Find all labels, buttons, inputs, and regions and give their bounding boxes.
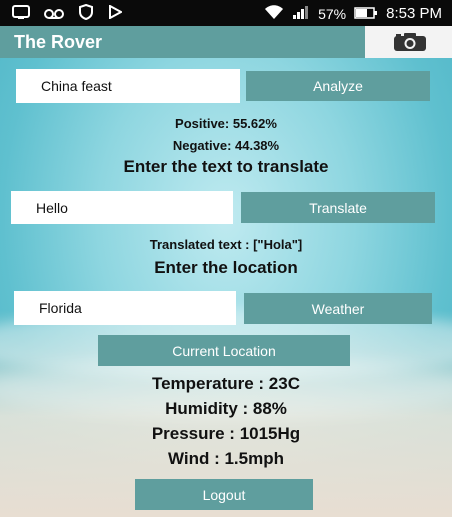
camera-icon (393, 32, 427, 52)
shield-icon (78, 3, 94, 25)
battery-icon (354, 6, 378, 22)
battery-percent: 57% (318, 5, 347, 22)
negative-score: Negative: 44.38% (172, 138, 280, 153)
tv-icon (12, 5, 30, 24)
voicemail-icon (44, 6, 64, 24)
status-time: 8:53 PM (386, 5, 442, 22)
wifi-icon (264, 4, 284, 23)
play-icon (108, 4, 124, 24)
logout-button[interactable]: Logout (135, 479, 313, 510)
app-title: The Rover (0, 26, 365, 58)
translated-text: Translated text : ["Hola"] (149, 237, 303, 252)
translate-text-input[interactable] (11, 191, 233, 224)
translate-button[interactable]: Translate (241, 192, 435, 223)
wind-value: Wind : 1.5mph (167, 449, 284, 468)
temperature-value: Temperature : 23C (151, 374, 300, 393)
camera-button[interactable] (365, 26, 452, 58)
status-bar: 57% 8:53 PM (0, 0, 452, 26)
translate-heading: Enter the text to translate (123, 157, 329, 176)
analyze-button[interactable]: Analyze (246, 71, 430, 101)
pressure-value: Pressure : 1015Hg (151, 424, 301, 443)
weather-button[interactable]: Weather (244, 293, 432, 324)
current-location-button[interactable]: Current Location (98, 335, 350, 366)
location-heading: Enter the location (154, 258, 298, 277)
location-input[interactable] (14, 291, 236, 325)
positive-score: Positive: 55.62% (175, 116, 277, 131)
main-content[interactable]: Analyze Positive: 55.62% Negative: 44.38… (0, 58, 452, 517)
sentiment-text-input[interactable] (16, 69, 240, 103)
humidity-value: Humidity : 88% (165, 399, 287, 418)
signal-icon (292, 5, 310, 22)
